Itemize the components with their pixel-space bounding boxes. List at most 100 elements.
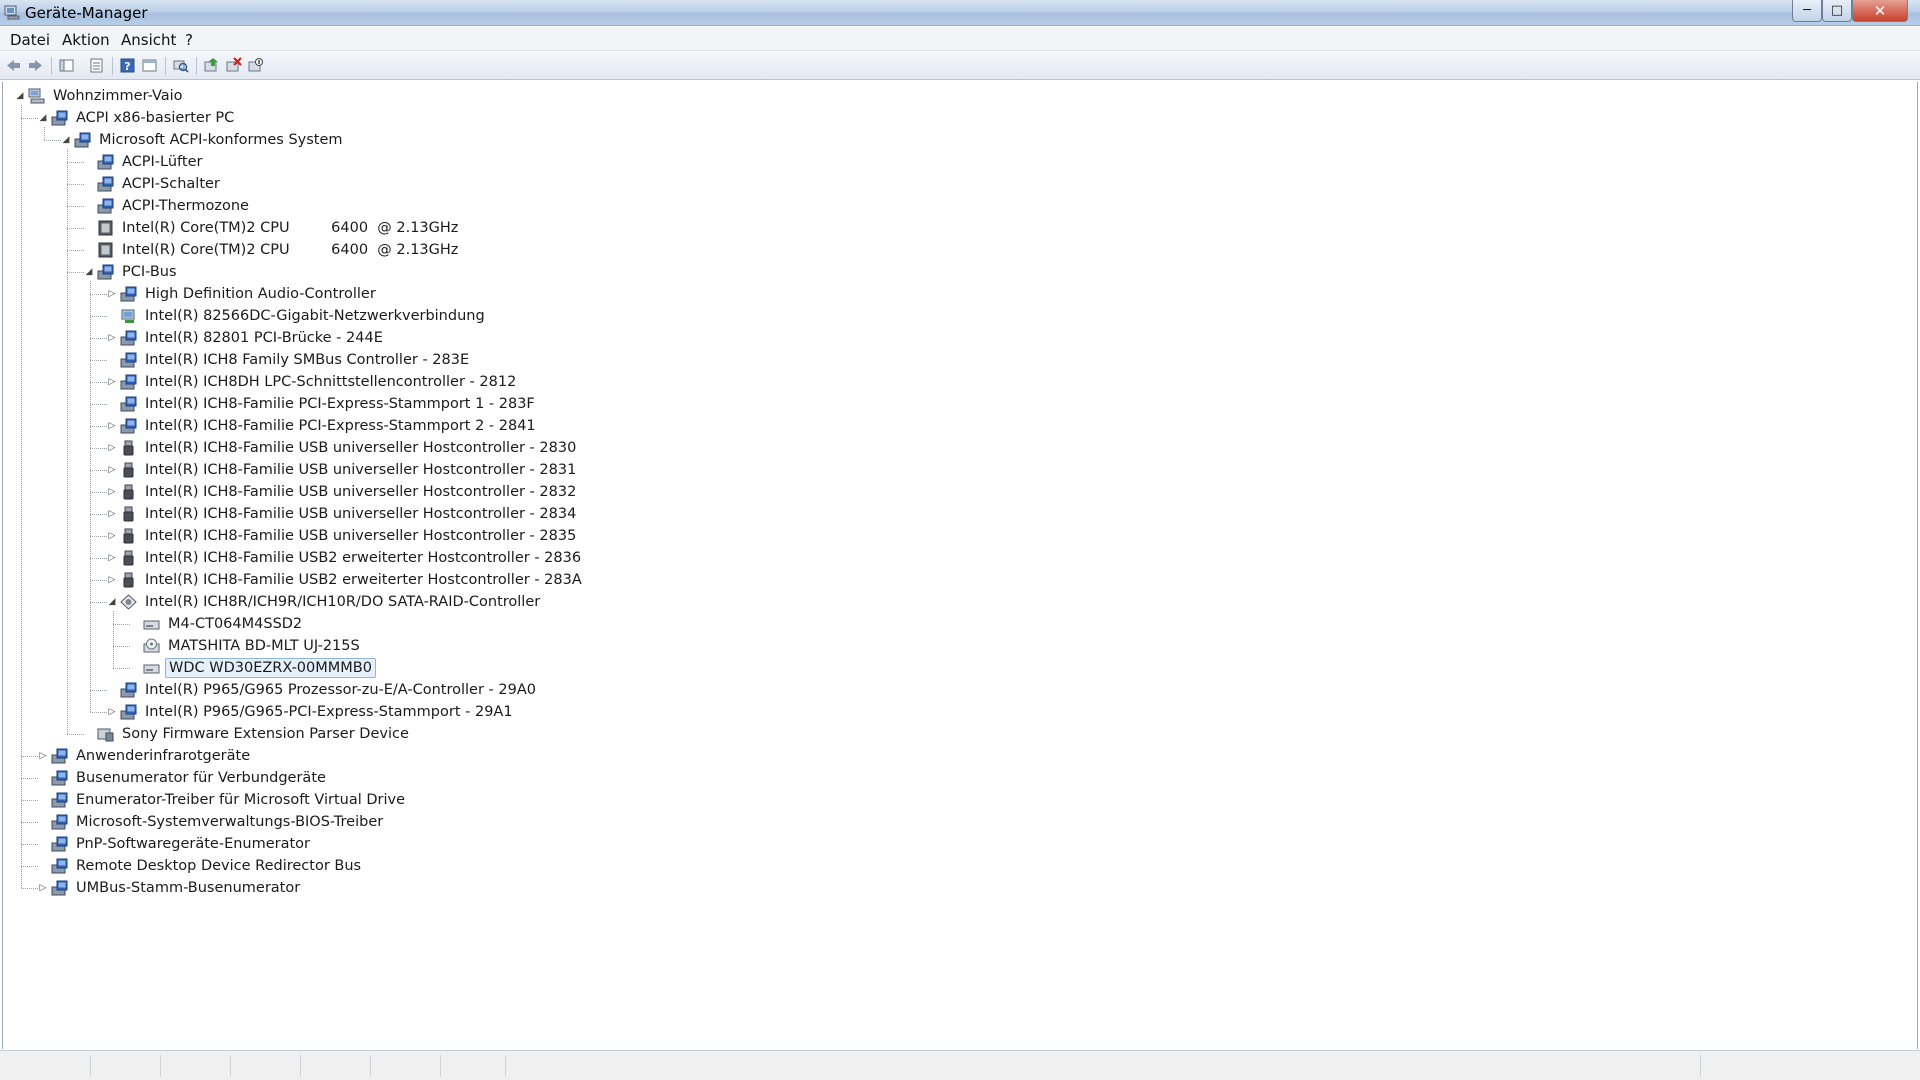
expand-arrow-icon[interactable]: ▷ xyxy=(107,443,117,453)
tree-item[interactable]: Intel(R) ICH8-Familie USB universeller H… xyxy=(120,525,579,547)
tree-item[interactable]: WDC WD30EZRX-00MMMB0 xyxy=(143,657,376,679)
expand-arrow-icon[interactable]: ▷ xyxy=(107,333,117,343)
tree-item[interactable]: Intel(R) ICH8-Familie PCI-Express-Stammp… xyxy=(120,415,539,437)
tree-item-label: Intel(R) Core(TM)2 CPU 6400 @ 2.13GHz xyxy=(122,242,459,258)
tree-item[interactable]: Intel(R) ICH8 Family SMBus Controller - … xyxy=(120,349,472,371)
collapse-arrow-icon[interactable]: ◢ xyxy=(107,597,117,607)
view-icon[interactable] xyxy=(141,57,158,74)
tree-item[interactable]: Anwenderinfrarotgeräte xyxy=(51,745,253,767)
expand-arrow-icon[interactable]: ▷ xyxy=(38,751,48,761)
collapse-arrow-icon[interactable]: ◢ xyxy=(38,113,48,123)
storage-device-icon xyxy=(120,594,137,610)
system-device-icon xyxy=(120,704,137,720)
tree-connector xyxy=(21,800,38,801)
tree-item[interactable]: Intel(R) P965/G965-PCI-Express-Stammport… xyxy=(120,701,516,723)
tree-item[interactable]: ACPI x86-basierter PC xyxy=(51,107,237,129)
tree-item[interactable]: M4-CT064M4SSD2 xyxy=(143,613,305,635)
disable-device-icon[interactable] xyxy=(247,57,264,74)
tree-item[interactable]: Intel(R) Core(TM)2 CPU 6400 @ 2.13GHz xyxy=(97,217,461,239)
tree-connector xyxy=(21,778,38,779)
expand-arrow-icon[interactable]: ▷ xyxy=(107,289,117,299)
tree-item[interactable]: MATSHITA BD-MLT UJ-215S xyxy=(143,635,363,657)
device-tree[interactable]: ◢ Wohnzimmer-Vaio ◢ ACPI x86-basierter PC ◢ M… xyxy=(2,82,1918,1049)
tree-item[interactable]: Intel(R) ICH8-Familie USB2 erweiterter H… xyxy=(120,569,585,591)
tree-item[interactable]: Intel(R) P965/G965 Prozessor-zu-E/A-Cont… xyxy=(120,679,539,701)
tree-item[interactable]: Intel(R) ICH8-Familie USB universeller H… xyxy=(120,459,579,481)
update-driver-icon[interactable] xyxy=(203,57,220,74)
maximize-button[interactable]: □ xyxy=(1822,0,1852,22)
svg-text:?: ? xyxy=(124,60,130,73)
tree-connector xyxy=(21,822,38,823)
tree-item-label: Intel(R) ICH8-Familie PCI-Express-Stammp… xyxy=(145,418,536,434)
tree-item[interactable]: Intel(R) ICH8DH LPC-Schnittstellencontro… xyxy=(120,371,519,393)
system-device-icon xyxy=(51,748,68,764)
menu-datei[interactable]: Datei xyxy=(10,31,50,49)
expand-arrow-icon[interactable]: ▷ xyxy=(107,509,117,519)
tree-item[interactable]: Intel(R) ICH8-Familie USB universeller H… xyxy=(120,437,579,459)
minimize-button[interactable]: ─ xyxy=(1792,0,1822,22)
tree-connector xyxy=(90,470,107,471)
tree-item[interactable]: Intel(R) Core(TM)2 CPU 6400 @ 2.13GHz xyxy=(97,239,461,261)
tree-connector xyxy=(90,712,107,713)
menu-aktion[interactable]: Aktion xyxy=(62,31,110,49)
tree-item-label: High Definition Audio-Controller xyxy=(145,286,376,302)
expand-arrow-icon[interactable]: ▷ xyxy=(107,421,117,431)
back-arrow-icon[interactable] xyxy=(5,57,22,74)
menu-help[interactable]: ? xyxy=(185,31,193,49)
tree-item[interactable]: Intel(R) ICH8R/ICH9R/ICH10R/DO SATA-RAID… xyxy=(120,591,543,613)
tree-item[interactable]: Wohnzimmer-Vaio xyxy=(28,85,186,107)
system-device-icon xyxy=(51,770,68,786)
tree-item[interactable]: Remote Desktop Device Redirector Bus xyxy=(51,855,364,877)
collapse-arrow-icon[interactable]: ◢ xyxy=(84,267,94,277)
properties-list-icon[interactable] xyxy=(88,57,105,74)
tree-item[interactable]: Intel(R) 82566DC-Gigabit-Netzwerkverbind… xyxy=(120,305,488,327)
expand-arrow-icon[interactable]: ▷ xyxy=(107,531,117,541)
tree-item-label: PCI-Bus xyxy=(122,264,177,280)
expand-arrow-icon[interactable]: ▷ xyxy=(38,883,48,893)
uninstall-icon[interactable] xyxy=(225,57,242,74)
window-title: Geräte-Manager xyxy=(25,4,148,22)
show-hide-console-tree-icon[interactable] xyxy=(58,57,75,74)
collapse-arrow-icon[interactable]: ◢ xyxy=(61,135,71,145)
expand-arrow-icon[interactable]: ▷ xyxy=(107,553,117,563)
tree-item[interactable]: Busenumerator für Verbundgeräte xyxy=(51,767,329,789)
tree-item[interactable]: PCI-Bus xyxy=(97,261,180,283)
menu-ansicht[interactable]: Ansicht xyxy=(121,31,176,49)
tree-item[interactable]: ACPI-Schalter xyxy=(97,173,223,195)
scan-hardware-icon[interactable] xyxy=(172,57,189,74)
tree-connector xyxy=(21,866,38,867)
tree-item[interactable]: Enumerator-Treiber für Microsoft Virtual… xyxy=(51,789,408,811)
tree-item[interactable]: Microsoft ACPI-konformes System xyxy=(74,129,346,151)
expand-arrow-icon[interactable]: ▷ xyxy=(107,487,117,497)
system-device-icon xyxy=(51,792,68,808)
expand-arrow-icon[interactable]: ▷ xyxy=(107,575,117,585)
tree-item[interactable]: Intel(R) ICH8-Familie USB universeller H… xyxy=(120,481,579,503)
help-icon[interactable]: ? xyxy=(119,57,136,74)
tree-item[interactable]: ACPI-Lüfter xyxy=(97,151,205,173)
expand-arrow-icon[interactable]: ▷ xyxy=(107,707,117,717)
forward-arrow-icon[interactable] xyxy=(27,57,44,74)
tree-item[interactable]: Intel(R) ICH8-Familie USB2 erweiterter H… xyxy=(120,547,584,569)
tree-item[interactable]: Sony Firmware Extension Parser Device xyxy=(97,723,412,745)
expand-arrow-icon[interactable]: ▷ xyxy=(107,377,117,387)
tree-item[interactable]: High Definition Audio-Controller xyxy=(120,283,379,305)
tree-item[interactable]: ACPI-Thermozone xyxy=(97,195,252,217)
tree-item[interactable]: PnP-Softwaregeräte-Enumerator xyxy=(51,833,313,855)
tree-item-label: Enumerator-Treiber für Microsoft Virtual… xyxy=(76,792,406,808)
usb-device-icon xyxy=(120,550,137,566)
close-button[interactable]: ✕ xyxy=(1852,0,1908,22)
tree-item-label: Intel(R) ICH8-Familie USB universeller H… xyxy=(145,528,577,544)
tree-item[interactable]: Microsoft-Systemverwaltungs-BIOS-Treiber xyxy=(51,811,386,833)
collapse-arrow-icon[interactable]: ◢ xyxy=(15,91,25,101)
tree-item[interactable]: Intel(R) ICH8-Familie PCI-Express-Stammp… xyxy=(120,393,538,415)
usb-device-icon xyxy=(120,572,137,588)
tree-item-label: Intel(R) ICH8-Familie USB universeller H… xyxy=(145,440,577,456)
tree-item-label: Intel(R) Core(TM)2 CPU 6400 @ 2.13GHz xyxy=(122,220,459,236)
tree-item[interactable]: Intel(R) ICH8-Familie USB universeller H… xyxy=(120,503,579,525)
expand-arrow-icon[interactable]: ▷ xyxy=(107,465,117,475)
tree-item[interactable]: Intel(R) 82801 PCI-Brücke - 244E xyxy=(120,327,386,349)
tree-item[interactable]: UMBus-Stamm-Busenumerator xyxy=(51,877,303,899)
tree-item-label: WDC WD30EZRX-00MMMB0 xyxy=(165,658,376,678)
system-device-icon xyxy=(97,154,114,170)
usb-device-icon xyxy=(120,462,137,478)
